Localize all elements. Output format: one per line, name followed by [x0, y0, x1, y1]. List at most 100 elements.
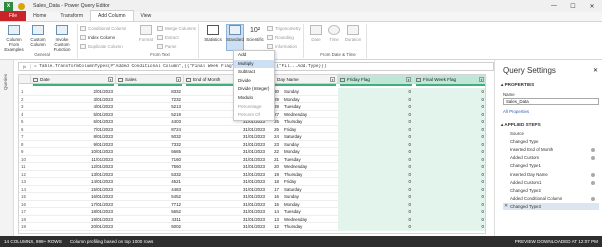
table-cell[interactable]: Thursday	[284, 171, 338, 179]
table-cell[interactable]: 31/01/2023	[184, 208, 268, 216]
table-cell[interactable]: 0	[414, 208, 485, 216]
table-cell[interactable]: 5452	[116, 193, 184, 201]
all-properties-link[interactable]: All Properties	[503, 109, 529, 114]
table-cell[interactable]: 5002	[116, 223, 184, 231]
table-cell[interactable]: 5665	[116, 148, 184, 156]
applied-step[interactable]: Inserted Day Name	[503, 171, 599, 179]
table-cell[interactable]: Saturday	[284, 186, 338, 194]
table-cell[interactable]: Sunday	[284, 88, 338, 96]
table-cell[interactable]: 4483	[116, 186, 184, 194]
invoke-custom-function-button[interactable]: Invoke Custom Function	[50, 25, 74, 52]
table-cell[interactable]: 0	[338, 215, 414, 223]
table-cell[interactable]: Friday	[284, 178, 338, 186]
table-cell[interactable]: 0	[338, 103, 414, 111]
table-cell[interactable]: 7712	[116, 201, 184, 209]
table-cell[interactable]: 0	[414, 110, 485, 118]
table-cell[interactable]: 0	[338, 223, 414, 231]
table-cell[interactable]: 0	[414, 178, 485, 186]
table-cell[interactable]: 0	[338, 148, 414, 156]
table-cell[interactable]: 16	[268, 193, 282, 201]
applied-steps-heading[interactable]: ▴ APPLIED STEPS	[501, 122, 541, 128]
menu-item-percent-of[interactable]: Percent Of	[234, 111, 274, 120]
table-cell[interactable]: 31/01/2023	[184, 141, 268, 149]
table-cell[interactable]: 12/01/2023	[31, 163, 116, 171]
tab-home[interactable]: Home	[26, 11, 53, 21]
gear-icon[interactable]	[591, 180, 595, 185]
table-cell[interactable]: 0	[338, 178, 414, 186]
table-cell[interactable]: 19	[268, 171, 282, 179]
table-cell[interactable]: 31/01/2023	[184, 171, 268, 179]
column-header-sales[interactable]: Sales ▾	[116, 75, 184, 84]
table-cell[interactable]: 5/01/2023	[31, 111, 116, 119]
tab-transform[interactable]: Transform	[53, 11, 90, 21]
table-cell[interactable]: 5219	[116, 111, 184, 119]
tab-view[interactable]: View	[134, 11, 159, 21]
filter-dropdown-icon[interactable]: ▾	[406, 77, 411, 82]
table-cell[interactable]: 31/01/2023	[184, 133, 268, 141]
table-cell[interactable]: 0	[414, 193, 485, 201]
close-icon[interactable]: ✕	[593, 67, 598, 74]
table-cell[interactable]: 5213	[116, 103, 184, 111]
table-cell[interactable]: 0	[338, 88, 414, 96]
table-cell[interactable]: 15/01/2023	[31, 186, 116, 194]
table-cell[interactable]: 0	[338, 140, 414, 148]
table-cell[interactable]: 20/01/2023	[31, 223, 116, 231]
table-cell[interactable]: 12	[268, 223, 282, 231]
table-cell[interactable]: 31/01/2023	[184, 223, 268, 231]
table-cell[interactable]: 3/01/2023	[31, 96, 116, 104]
menu-item-multiply[interactable]: Multiply	[234, 59, 274, 69]
table-cell[interactable]: 16/01/2023	[31, 193, 116, 201]
table-cell[interactable]: 8332	[116, 88, 184, 96]
table-cell[interactable]: Wednesday	[284, 111, 338, 119]
duplicate-column-button[interactable]: Duplicate Column	[80, 43, 123, 50]
table-cell[interactable]: 18	[268, 178, 282, 186]
table-cell[interactable]: 0	[338, 208, 414, 216]
table-cell[interactable]: 31/01/2023	[184, 201, 268, 209]
table-cell[interactable]: 18/01/2023	[31, 208, 116, 216]
table-cell[interactable]: 14	[268, 208, 282, 216]
table-cell[interactable]: 0	[338, 185, 414, 193]
applied-step[interactable]: Added Custom1	[503, 179, 599, 187]
table-cell[interactable]: 11/01/2023	[31, 156, 116, 164]
table-cell[interactable]: Friday	[284, 126, 338, 134]
applied-step[interactable]: Inserted End of Month	[503, 146, 599, 154]
table-cell[interactable]: 0	[414, 200, 485, 208]
statistics-button[interactable]: Statistics	[202, 25, 224, 42]
table-cell[interactable]: 31/01/2023	[184, 126, 268, 134]
table-cell[interactable]: 5032	[116, 133, 184, 141]
close-button[interactable]: ✕	[583, 0, 601, 12]
filter-dropdown-icon[interactable]: ▾	[330, 77, 335, 82]
conditional-column-button[interactable]: Conditional Column	[80, 25, 126, 32]
table-cell[interactable]: 13	[268, 216, 282, 224]
minimize-button[interactable]: —	[545, 0, 563, 12]
table-cell[interactable]: 31/01/2023	[184, 216, 268, 224]
save-icon[interactable]	[18, 2, 25, 10]
table-cell[interactable]: Thursday	[284, 118, 338, 126]
standard-button[interactable]: Standard	[226, 24, 244, 51]
table-cell[interactable]: 0	[414, 163, 485, 171]
table-cell[interactable]: 0	[338, 163, 414, 171]
table-cell[interactable]: 0	[414, 148, 485, 156]
table-cell[interactable]: 31/01/2023	[184, 148, 268, 156]
applied-step[interactable]: Added Custom	[503, 154, 599, 162]
column-header-day-name[interactable]: Day Name ▾	[268, 75, 338, 84]
formula-text[interactable]: = Table.TransformColumnTypes(#"Added Con…	[31, 64, 326, 69]
table-cell[interactable]: 17/01/2023	[31, 201, 116, 209]
table-cell[interactable]: 31/01/2023	[184, 186, 268, 194]
applied-step[interactable]: Changed Type	[503, 138, 599, 146]
applied-step[interactable]: Source	[503, 130, 599, 138]
table-cell[interactable]: 0	[338, 133, 414, 141]
table-cell[interactable]: 0	[414, 95, 485, 103]
table-cell[interactable]: 10/01/2023	[31, 148, 116, 156]
table-cell[interactable]: Monday	[284, 96, 338, 104]
table-cell[interactable]: 13/01/2023	[31, 171, 116, 179]
table-cell[interactable]: 23	[268, 141, 282, 149]
table-cell[interactable]: Monday	[284, 201, 338, 209]
status-profiling[interactable]: Column profiling based on top 1000 rows	[70, 239, 154, 244]
table-cell[interactable]: 7560	[116, 163, 184, 171]
table-cell[interactable]: 7232	[116, 96, 184, 104]
table-cell[interactable]: 6/01/2023	[31, 118, 116, 126]
rounding-button[interactable]: Rounding	[267, 34, 294, 41]
table-cell[interactable]: 19/01/2023	[31, 216, 116, 224]
table-cell[interactable]: Thursday	[284, 223, 338, 231]
